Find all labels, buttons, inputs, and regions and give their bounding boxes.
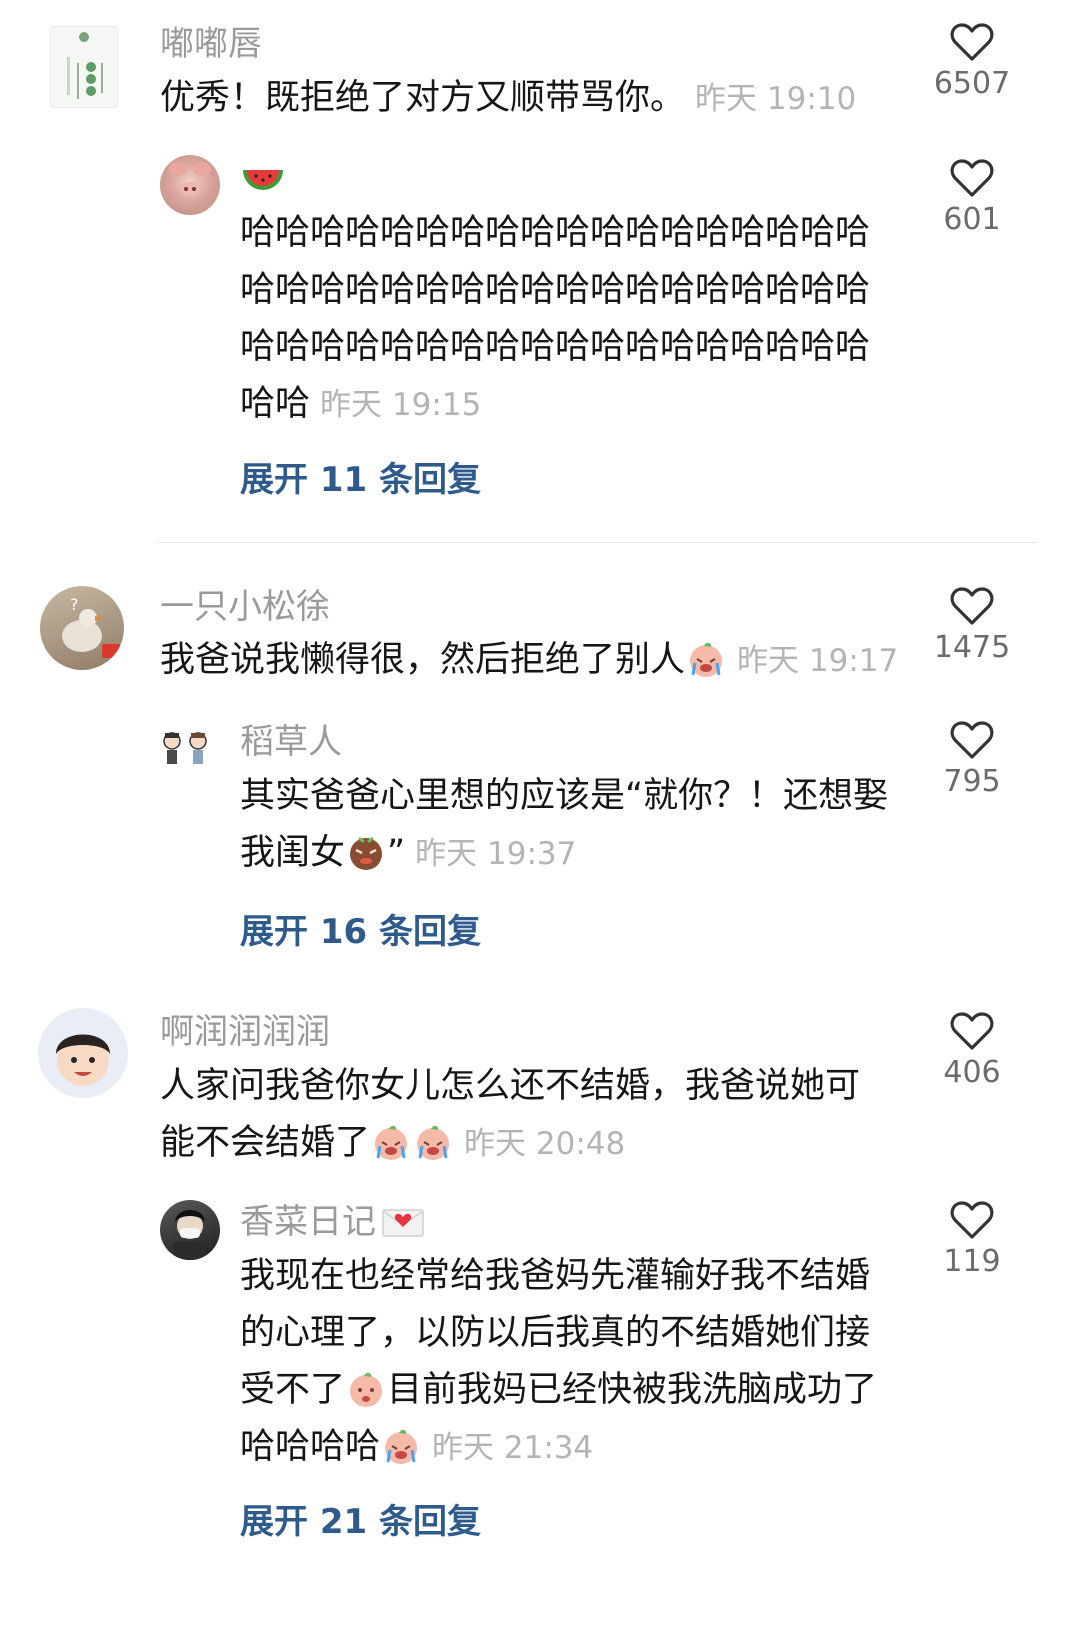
- like-button[interactable]: 6507: [917, 22, 1027, 102]
- crying-emoji: [385, 1429, 418, 1464]
- sad-emoji: [350, 1372, 383, 1407]
- like-count: 119: [943, 1244, 1001, 1279]
- heart-outline-icon: [950, 1012, 994, 1050]
- avatar[interactable]: [160, 155, 220, 215]
- expand-replies-link[interactable]: 展开 11 条回复: [240, 460, 481, 500]
- like-button[interactable]: 795: [917, 720, 1027, 800]
- reply-text: 哈哈哈哈哈哈哈哈哈哈哈哈哈哈哈哈哈哈哈哈哈哈哈哈哈哈哈哈哈哈哈哈哈哈哈哈哈哈哈哈…: [240, 205, 890, 434]
- divider: [158, 542, 1038, 543]
- comment-body: 我爸说我懒得很，然后拒绝了别人: [160, 640, 686, 680]
- reply-line: 的心理了，以防以后我真的不结婚她们接: [240, 1313, 871, 1353]
- avatar[interactable]: [50, 26, 118, 108]
- heart-outline-icon: [950, 23, 994, 61]
- heart-mail-icon: [382, 1209, 424, 1237]
- reply-name[interactable]: 香菜日记: [240, 1202, 426, 1242]
- child-avatar-image: [56, 1034, 110, 1086]
- like-button[interactable]: 601: [917, 158, 1027, 238]
- like-button[interactable]: 119: [917, 1200, 1027, 1280]
- comment-text: 我爸说我懒得很，然后拒绝了别人 昨天 19:17: [160, 632, 920, 690]
- comment-text: 优秀！既拒绝了对方又顺带骂你。 昨天 19:10: [160, 70, 900, 128]
- comment-time: 昨天 19:17: [737, 643, 899, 679]
- avatar[interactable]: [38, 1008, 128, 1098]
- crying-emoji: [690, 642, 723, 677]
- like-button[interactable]: 406: [917, 1011, 1027, 1091]
- heart-outline-icon: [950, 587, 994, 625]
- reply-time: 昨天 19:37: [415, 836, 577, 872]
- commenter-name[interactable]: 啊润润润润: [160, 1012, 330, 1052]
- reply-line: 其实爸爸心里想的应该是“就你？！还想娶: [240, 776, 889, 816]
- heart-outline-icon: [950, 1201, 994, 1239]
- comment-line: 能不会结婚了 昨天 20:48: [160, 1123, 626, 1163]
- angry-emoji: [350, 836, 383, 870]
- heart-outline-icon: [950, 721, 994, 759]
- reply-time: 昨天 19:15: [320, 387, 482, 423]
- reply-name[interactable]: 🍉: [240, 160, 286, 209]
- crying-emoji: [375, 1125, 408, 1160]
- expand-replies-link[interactable]: 展开 16 条回复: [240, 912, 481, 952]
- reply-line: 我现在也经常给我爸妈先灌输好我不结婚: [240, 1256, 871, 1296]
- like-count: 795: [943, 764, 1001, 799]
- goose-avatar-image: ?: [62, 595, 120, 658]
- pig-hat-avatar-image: [169, 162, 211, 196]
- reply-text: 我现在也经常给我爸妈先灌输好我不结婚 的心理了，以防以后我真的不结婚她们接 受不…: [240, 1248, 920, 1477]
- scarecrow-couple-avatar-image: [163, 732, 207, 764]
- commenter-name[interactable]: 一只小松徐: [160, 587, 330, 627]
- reply-text: 其实爸爸心里想的应该是“就你？！还想娶 我闺女” 昨天 19:37: [240, 768, 920, 883]
- avatar[interactable]: [160, 1200, 220, 1260]
- like-button[interactable]: 1475: [917, 586, 1027, 666]
- comment-time: 昨天 20:48: [464, 1126, 626, 1162]
- reply-line: 我闺女” 昨天 19:37: [240, 833, 577, 873]
- heart-outline-icon: [950, 159, 994, 197]
- avatar[interactable]: [158, 728, 214, 768]
- comment-text: 人家问我爸你女儿怎么还不结婚，我爸说她可 能不会结婚了 昨天 20:48: [160, 1058, 920, 1173]
- comment-time: 昨天 19:10: [695, 81, 857, 117]
- like-count: 601: [943, 202, 1001, 237]
- watermelon-emoji: [243, 170, 283, 190]
- reply-line: 受不了 目前我妈已经快被我洗脑成功了: [240, 1370, 878, 1410]
- svg-text:?: ?: [70, 595, 79, 614]
- reply-name[interactable]: 稻草人: [240, 722, 342, 762]
- comment-body: 优秀！既拒绝了对方又顺带骂你。: [160, 78, 686, 118]
- poster-avatar-image: [67, 32, 103, 99]
- commenter-name[interactable]: 嘟嘟唇: [160, 24, 262, 64]
- avatar[interactable]: ?: [40, 586, 124, 670]
- like-count: 1475: [933, 630, 1011, 665]
- like-count: 406: [943, 1055, 1001, 1090]
- comment-line: 人家问我爸你女儿怎么还不结婚，我爸说她可: [160, 1066, 861, 1106]
- like-count: 6507: [933, 66, 1011, 101]
- expand-replies-link[interactable]: 展开 21 条回复: [240, 1502, 481, 1542]
- masked-person-avatar-image: [174, 1210, 206, 1260]
- reply-time: 昨天 21:34: [432, 1430, 594, 1466]
- reply-line: 哈哈哈哈 昨天 21:34: [240, 1427, 594, 1467]
- crying-emoji: [417, 1125, 450, 1160]
